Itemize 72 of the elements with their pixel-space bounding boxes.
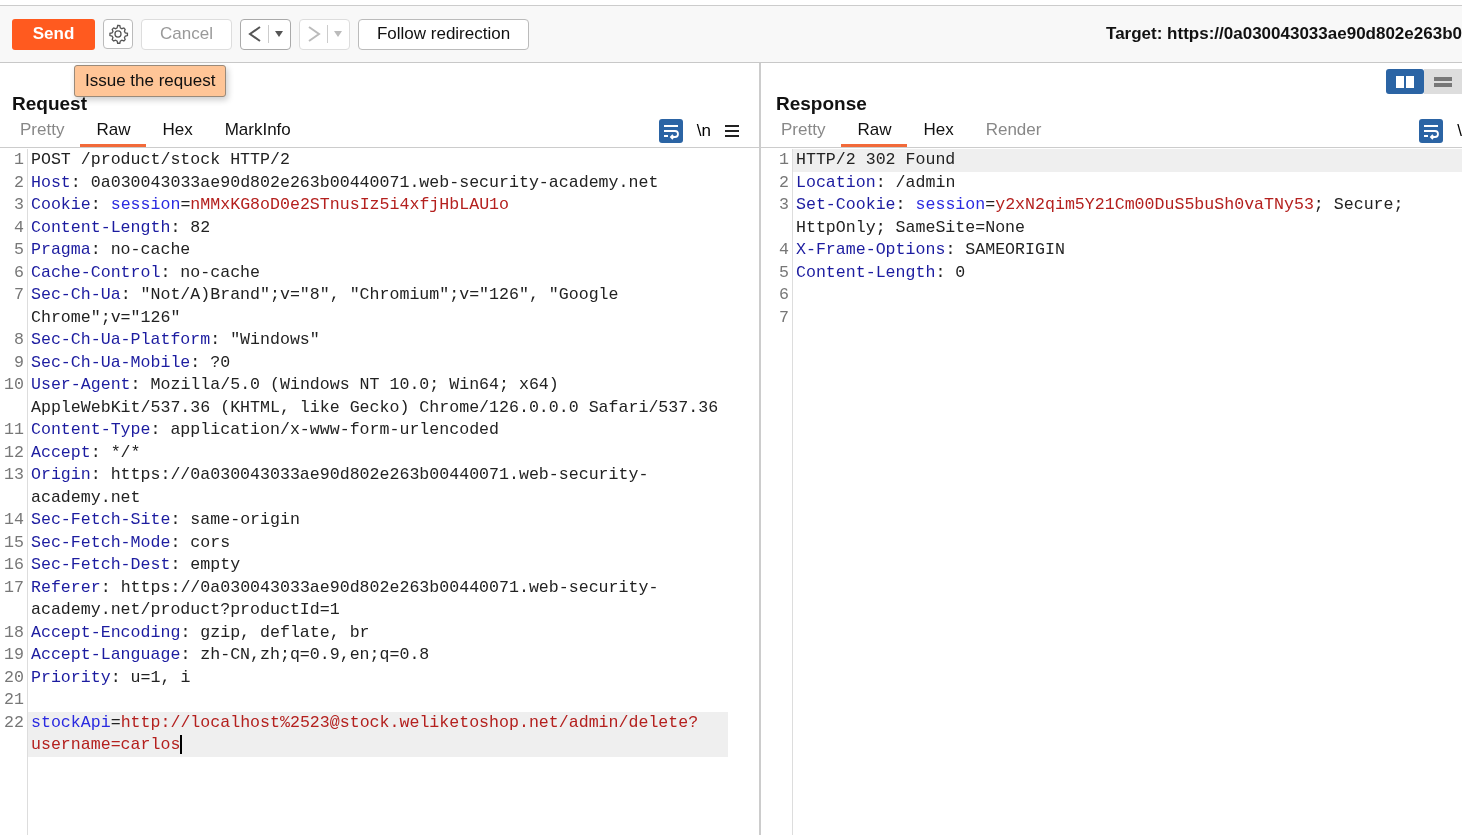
line-number: 19 — [0, 644, 28, 667]
code-line: User-Agent: Mozilla/5.0 (Windows NT 10.0; Win64; x64) AppleWebKit/537.36 (KHTML, like Gecko) Chrome/126.0.0.0 Safari/537.36 — [30, 374, 720, 419]
tab[interactable]: Hex — [146, 115, 209, 147]
code-line: Content-Type: application/x-www-form-urlencoded — [30, 419, 501, 441]
line-number: 9 — [0, 351, 28, 374]
follow-redirection-button[interactable]: Follow redirection — [357, 18, 530, 50]
code-line: Host: 0a030043033ae90d802e263b00440071.web-security-academy.net — [30, 171, 660, 194]
line-number: 3 — [761, 194, 793, 239]
code-line: Referer: https://0a030043033ae90d802e263b00440071.web-security-academy.net/product?productId=1 — [30, 576, 660, 621]
code-line: Pragma: no-cache — [30, 239, 192, 261]
line-number: 10 — [0, 374, 28, 419]
tab[interactable]: MarkInfo — [208, 115, 307, 147]
side-by-side-layout-button[interactable] — [1386, 69, 1424, 94]
line-number: 11 — [0, 419, 28, 442]
line-number: 8 — [0, 329, 28, 352]
line-number: 5 — [0, 239, 28, 262]
line-number: 5 — [761, 261, 793, 284]
line-number: 3 — [0, 194, 28, 217]
code-line: Origin: https://0a030043033ae90d802e263b00440071.web-security-academy.net — [30, 464, 650, 509]
code-line: Set-Cookie: session=y2xN2qim5Y21Cm00DuS5buSh0vaTNy53; Secure; HttpOnly; SameSite=None — [795, 194, 1405, 239]
line-number: 6 — [0, 261, 28, 284]
newline-toggle[interactable]: \n — [696, 115, 711, 147]
line-number: 6 — [761, 284, 793, 307]
code-line: Sec-Ch-Ua: "Not/A)Brand";v="8", "Chromium";v="126", "Google Chrome";v="126" — [30, 284, 620, 329]
code-line: Content-Length: 82 — [30, 216, 212, 239]
line-number: 16 — [0, 554, 28, 577]
panel-title: Response — [776, 93, 867, 115]
newline-toggle[interactable]: \ — [1457, 115, 1462, 147]
menu-icon[interactable] — [725, 124, 739, 138]
code-line: POST /product/stock HTTP/2 — [30, 149, 291, 171]
line-number: 15 — [0, 531, 28, 554]
line-number: 4 — [761, 239, 793, 262]
side-by-side-icon — [1395, 74, 1415, 89]
code-line: Sec-Ch-Ua-Mobile: ?0 — [30, 351, 232, 374]
code-line: Priority: u=1, i — [30, 666, 192, 689]
line-number: 13 — [0, 464, 28, 509]
code-line: Accept: */* — [30, 441, 142, 464]
line-number: 4 — [0, 216, 28, 239]
line-number: 21 — [0, 689, 28, 712]
settings-button[interactable] — [103, 19, 133, 49]
code-line: Sec-Fetch-Dest: empty — [30, 554, 242, 576]
code-line: X-Frame-Options: SAMEORIGIN — [795, 239, 1066, 261]
line-number: 14 — [0, 509, 28, 532]
stacked-layout-button[interactable] — [1424, 69, 1462, 94]
code-line: Location: /admin — [795, 171, 957, 194]
line-number: 18 — [0, 621, 28, 644]
line-number: 7 — [761, 306, 793, 329]
line-number: 2 — [0, 171, 28, 194]
settings-icon — [107, 23, 129, 45]
stacked-icon — [1433, 74, 1453, 89]
code-line: Sec-Ch-Ua-Platform: "Windows" — [30, 329, 321, 351]
code-line: Accept-Encoding: gzip, deflate, br — [30, 621, 371, 644]
back-button[interactable] — [239, 18, 291, 50]
line-number: 12 — [0, 441, 28, 464]
line-number: 20 — [0, 666, 28, 689]
tab[interactable]: Raw — [80, 115, 147, 147]
target-url: Target: https://0a030043033ae90d802e263b0 — [1106, 24, 1462, 44]
word-wrap-icon[interactable] — [658, 119, 683, 143]
tab[interactable]: Hex — [907, 115, 970, 147]
code-line: Accept-Language: zh-CN,zh;q=0.9,en;q=0.8 — [30, 644, 431, 666]
line-number: 7 — [0, 284, 28, 329]
line-number: 1 — [0, 149, 28, 172]
line-number: 2 — [761, 171, 793, 194]
code-line: Cache-Control: no-cache — [30, 261, 262, 284]
code-line: Cookie: session=nMMxKG8oD0e2STnusIz5i4xfjHbLAU1o — [30, 194, 510, 216]
code-line: Sec-Fetch-Mode: cors — [30, 531, 232, 554]
code-line: Sec-Fetch-Site: same-origin — [30, 509, 301, 531]
tooltip: Issue the request — [74, 65, 227, 97]
line-number: 17 — [0, 576, 28, 622]
caret-icon[interactable] — [273, 30, 284, 38]
code-line: Content-Length: 0 — [795, 261, 967, 284]
word-wrap-icon[interactable] — [1419, 119, 1444, 143]
